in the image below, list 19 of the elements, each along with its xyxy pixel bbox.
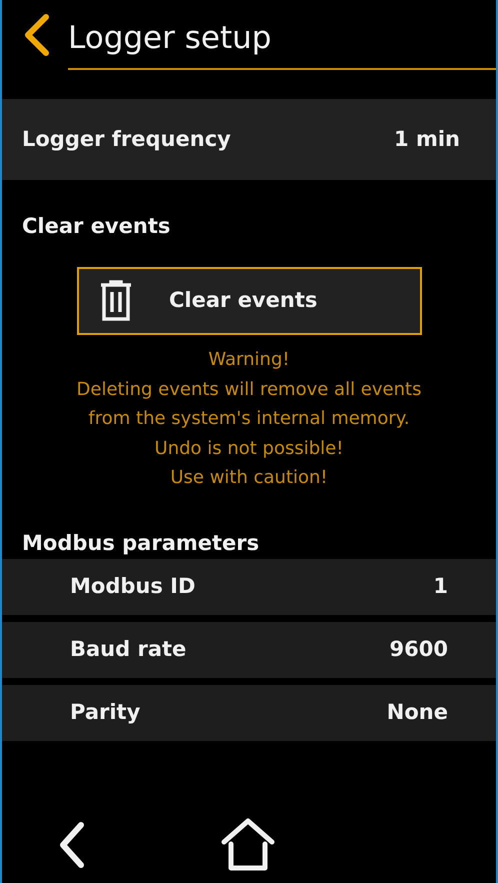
clear-events-button[interactable]: Clear events [77,267,422,335]
parameter-row[interactable]: Modbus ID 1 [2,558,496,614]
warning-text: Warning! [208,348,290,372]
home-button[interactable] [220,817,276,873]
window-title: Logger setup [68,18,496,70]
chevron-left-icon [22,13,52,57]
section-heading: Clear events [22,213,170,240]
home-icon [221,818,275,872]
setting-value[interactable]: 1 min [394,124,460,156]
warning-text: Deleting events will remove all events [76,378,422,402]
setting-label: Logger frequency [22,126,231,153]
warning-text: Use with caution! [170,466,328,490]
chevron-left-icon [57,821,87,869]
parameter-row[interactable]: Parity None [2,684,496,740]
warning-text: Undo is not possible! [154,436,344,460]
section-heading: Modbus parameters [22,530,260,556]
parameter-row[interactable]: Baud rate 9600 [2,622,496,678]
trash-icon [99,280,133,322]
warning-text: from the system's internal memory. [88,407,410,431]
